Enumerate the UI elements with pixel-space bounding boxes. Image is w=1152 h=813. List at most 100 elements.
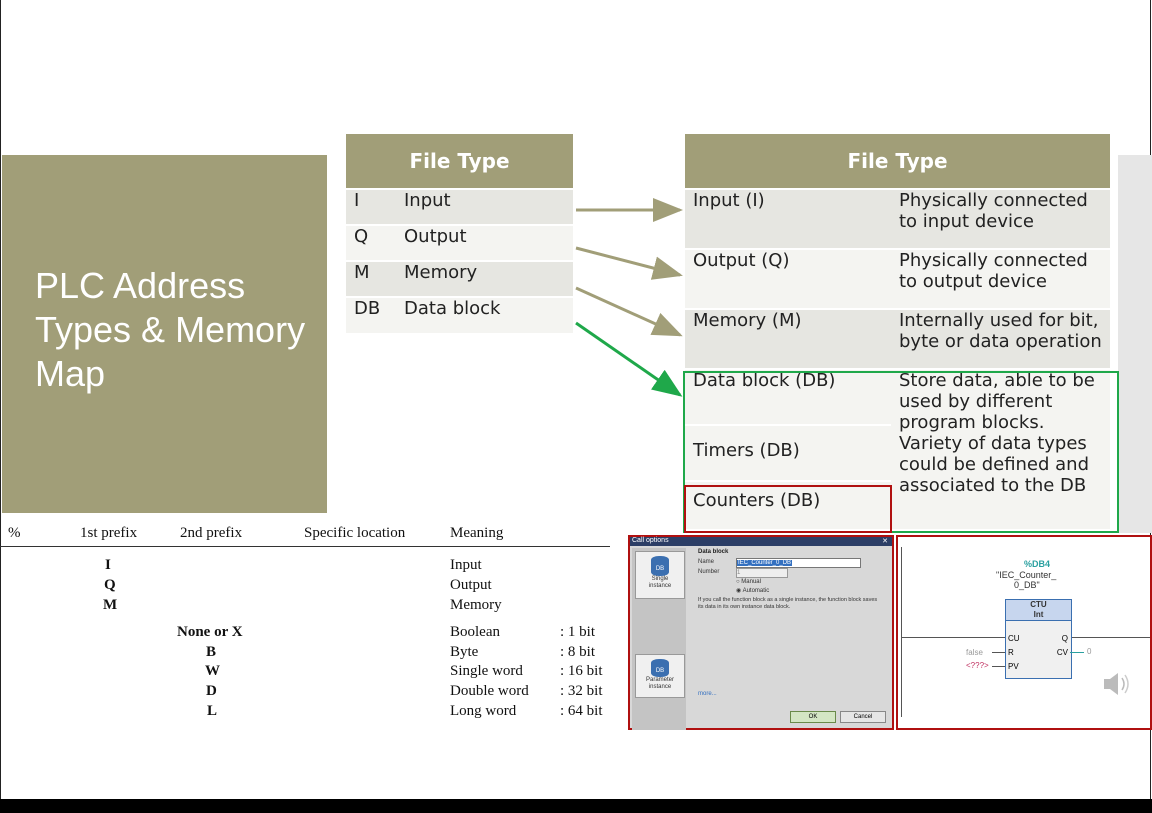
mm-prefix: Q [104, 577, 116, 593]
mm-prefix2: L [207, 703, 218, 719]
side-panel [1118, 155, 1152, 533]
table-row: Memory (M) Internally used for bit, byte … [685, 308, 1110, 369]
mm-prefix: M [103, 597, 118, 613]
manual-radio[interactable]: ○ Manual [736, 579, 761, 585]
section-label: Data block [698, 549, 729, 555]
row-code: I [346, 188, 396, 225]
rung-line-right [1070, 637, 1150, 638]
row-name: Output [396, 224, 573, 261]
automatic-radio[interactable]: ◉ Automatic [736, 587, 769, 594]
db-highlight-box-desc [889, 371, 1119, 533]
pin-cv: CV [1056, 648, 1068, 657]
r-wire [992, 652, 1005, 653]
pin-cu: CU [1008, 634, 1020, 643]
row-code: Q [346, 224, 396, 261]
parameter-instance-label: Parameter instance [645, 677, 674, 690]
close-icon[interactable]: ✕ [882, 537, 888, 545]
more-link[interactable]: more... [698, 691, 717, 697]
mm-prefix2: D [206, 683, 217, 699]
mm-size: : 16 bit [560, 663, 603, 679]
automatic-label: Automatic [742, 588, 770, 594]
mm-header-location: Specific location [304, 525, 406, 541]
table-row: Input (I) Physically connected to input d… [685, 188, 1110, 249]
number-field[interactable]: 1 [736, 568, 788, 578]
row-desc: Physically connected to output device [891, 248, 1110, 309]
mm-prefix2: B [206, 644, 217, 660]
arrow-output [575, 246, 683, 280]
dialog-titlebar: Call options ✕ [630, 537, 892, 546]
left-file-type-table: File Type I Input Q Output M Memory DB Data … [346, 134, 573, 333]
row-desc: Physically connected to input device [891, 188, 1110, 249]
slide-title: PLC Address Types & Memory Map [35, 265, 306, 394]
row-type: Input (I) [685, 188, 891, 249]
row-name: Memory [396, 260, 573, 297]
table-row: Q Output [346, 224, 573, 261]
row-desc: Internally used for bit, byte or data op… [891, 308, 1110, 369]
mm-header-1st: 1st prefix [80, 525, 138, 541]
mm-header-meaning: Meaning [450, 525, 504, 541]
name-value: IEC_Counter_0_DB [737, 560, 793, 566]
mm-size: : 1 bit [560, 624, 596, 640]
call-options-dialog: Call options ✕ DB Single instance DB Para… [628, 535, 894, 730]
name-field[interactable]: IEC_Counter_0_DB [736, 558, 861, 568]
db-address: %DB4 [1024, 559, 1051, 569]
memory-map-divider [0, 546, 610, 547]
cancel-button[interactable]: Cancel [840, 711, 886, 723]
mm-meaning: Single word [450, 663, 523, 679]
row-name: Data block [396, 296, 573, 333]
pv-wire [992, 666, 1005, 667]
single-instance-button[interactable]: DB Single instance [635, 551, 685, 599]
row-code: DB [346, 296, 396, 333]
mm-prefix2: None or X [177, 624, 243, 640]
table-row: Output (Q) Physically connected to output… [685, 248, 1110, 309]
power-rail [901, 547, 902, 717]
db-name-line2: 0_DB" [1014, 580, 1040, 590]
pv-value: <???> [966, 661, 989, 670]
mm-meaning: Byte [450, 644, 479, 660]
mm-header-percent: % [8, 525, 21, 541]
pin-q: Q [1061, 634, 1068, 643]
cv-wire [1070, 652, 1084, 653]
mm-prefix2: W [205, 663, 220, 679]
row-name: Input [396, 188, 573, 225]
arrow-data-block [575, 321, 683, 397]
db-arrow [575, 321, 683, 397]
dialog-info: If you call the function block as a sing… [698, 597, 878, 610]
pin-pv: PV [1008, 662, 1019, 671]
mm-size: : 32 bit [560, 683, 603, 699]
table-row: I Input [346, 188, 573, 225]
mm-meaning: Boolean [450, 624, 500, 640]
database-icon: DB [651, 556, 669, 576]
mm-meaning: Long word [450, 703, 517, 719]
mm-prefix: I [105, 557, 111, 573]
dialog-title: Call options [632, 537, 669, 544]
row-type: Output (Q) [685, 248, 891, 309]
counters-highlight-box [684, 485, 892, 533]
mm-meaning: Output [450, 577, 492, 593]
cv-value: 0 [1087, 647, 1092, 656]
single-instance-label: Single instance [648, 576, 672, 589]
row-type: Memory (M) [685, 308, 891, 369]
block-type: CTU [1030, 600, 1047, 609]
r-value: false [966, 648, 983, 657]
row-code: M [346, 260, 396, 297]
mm-meaning: Double word [450, 683, 529, 699]
speaker-icon[interactable] [1101, 669, 1131, 699]
ok-button[interactable]: OK [790, 711, 836, 723]
table-row: DB Data block [346, 296, 573, 333]
left-table-header: File Type [346, 134, 573, 189]
manual-label: Manual [741, 579, 761, 585]
mm-meaning: Memory [450, 597, 502, 613]
mm-size: : 64 bit [560, 703, 603, 719]
pin-r: R [1008, 648, 1014, 657]
number-label: Number [698, 569, 720, 575]
ctu-block[interactable]: CTU Int CU R PV Q CV [1005, 599, 1072, 679]
name-label: Name [698, 559, 715, 565]
right-table-header: File Type [685, 134, 1110, 189]
rung-line-left [901, 637, 1005, 638]
ladder-diagram: %DB4 "IEC_Counter_ 0_DB" CTU Int CU R PV … [896, 535, 1152, 730]
database-arrow-icon: DB [651, 659, 669, 677]
mm-meaning: Input [450, 557, 482, 573]
parameter-instance-button[interactable]: DB Parameter instance [635, 654, 685, 698]
mm-size: : 8 bit [560, 644, 596, 660]
